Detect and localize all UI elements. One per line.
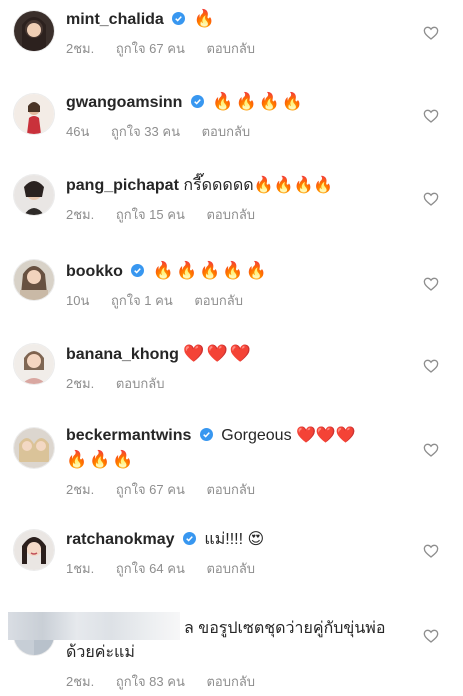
comment-likes[interactable]: ถูกใจ 83 คน: [116, 674, 185, 689]
heart-outline-icon[interactable]: [423, 543, 439, 559]
comment-time: 1ชม.: [66, 561, 95, 576]
avatar[interactable]: [14, 260, 54, 300]
blurred-username: [8, 612, 180, 640]
verified-badge-icon: [199, 428, 213, 441]
comment-text: ล ขอรูปเซตชุดว่ายคู่กับขุ่นพ่อ: [184, 620, 386, 637]
verified-badge-icon: [131, 264, 145, 277]
comment-text: ❤️❤️❤️: [183, 344, 253, 363]
heart-outline-icon[interactable]: [423, 628, 439, 644]
comment-text: กรี๊ดดดดด🔥🔥🔥🔥: [183, 177, 334, 194]
comment-time: 2ชม.: [66, 482, 95, 497]
comment-text: แม่!!!! 😍: [204, 531, 265, 548]
heart-outline-icon[interactable]: [423, 25, 439, 41]
comment-text-line2: ด้วยค่ะแม่: [66, 644, 135, 661]
heart-outline-icon[interactable]: [423, 442, 439, 458]
heart-outline-icon[interactable]: [423, 276, 439, 292]
avatar[interactable]: [14, 428, 54, 468]
comment-likes[interactable]: ถูกใจ 67 คน: [116, 41, 185, 56]
verified-badge-icon: [182, 532, 196, 545]
avatar[interactable]: [14, 530, 54, 570]
comment-text: 🔥🔥🔥🔥🔥: [152, 261, 269, 280]
comment-username[interactable]: pang_pichapat: [66, 177, 179, 194]
comment-likes[interactable]: ถูกใจ 67 คน: [116, 482, 185, 497]
comment-text: 🔥: [193, 9, 217, 28]
reply-button[interactable]: ตอบกลับ: [116, 376, 165, 391]
comment-username[interactable]: gwangoamsinn: [66, 94, 182, 111]
comment-time: 46น: [66, 124, 90, 139]
reply-button[interactable]: ตอบกลับ: [206, 207, 255, 222]
comment-text: Gorgeous ❤️❤️❤️: [221, 427, 356, 444]
comment-username[interactable]: bookko: [66, 263, 123, 280]
reply-button[interactable]: ตอบกลับ: [206, 561, 255, 576]
avatar[interactable]: [14, 11, 54, 51]
avatar[interactable]: [14, 175, 54, 215]
reply-button[interactable]: ตอบกลับ: [202, 124, 251, 139]
comment-likes[interactable]: ถูกใจ 15 คน: [116, 207, 185, 222]
comment-username[interactable]: banana_khong: [66, 346, 179, 363]
comment-likes[interactable]: ถูกใจ 1 คน: [111, 293, 173, 308]
comment-likes[interactable]: ถูกใจ 64 คน: [116, 561, 185, 576]
comment-username[interactable]: beckermantwins: [66, 427, 191, 444]
reply-button[interactable]: ตอบกลับ: [206, 41, 255, 56]
comment-time: 10น: [66, 293, 90, 308]
comments-list: mint_chalida 🔥 2ชม. ถูกใจ 67 คน ตอบกลับ …: [0, 0, 463, 696]
comment-likes[interactable]: ถูกใจ 33 คน: [111, 124, 180, 139]
verified-badge-icon: [172, 12, 186, 25]
reply-button[interactable]: ตอบกลับ: [206, 674, 255, 689]
heart-outline-icon[interactable]: [423, 108, 439, 124]
comment-time: 2ชม.: [66, 41, 95, 56]
heart-outline-icon[interactable]: [423, 358, 439, 374]
avatar[interactable]: [14, 94, 54, 134]
heart-outline-icon[interactable]: [423, 191, 439, 207]
reply-button[interactable]: ตอบกลับ: [206, 482, 255, 497]
comment-text: 🔥🔥🔥🔥: [212, 92, 306, 111]
avatar[interactable]: [14, 344, 54, 384]
comment-username[interactable]: ratchanokmay: [66, 531, 175, 548]
comment-time: 2ชม.: [66, 376, 95, 391]
comment-text-line2: 🔥🔥🔥: [66, 450, 136, 469]
reply-button[interactable]: ตอบกลับ: [194, 293, 243, 308]
comment-username[interactable]: mint_chalida: [66, 11, 164, 28]
comment-time: 2ชม.: [66, 207, 95, 222]
verified-badge-icon: [190, 95, 204, 108]
comment-time: 2ชม.: [66, 674, 95, 689]
